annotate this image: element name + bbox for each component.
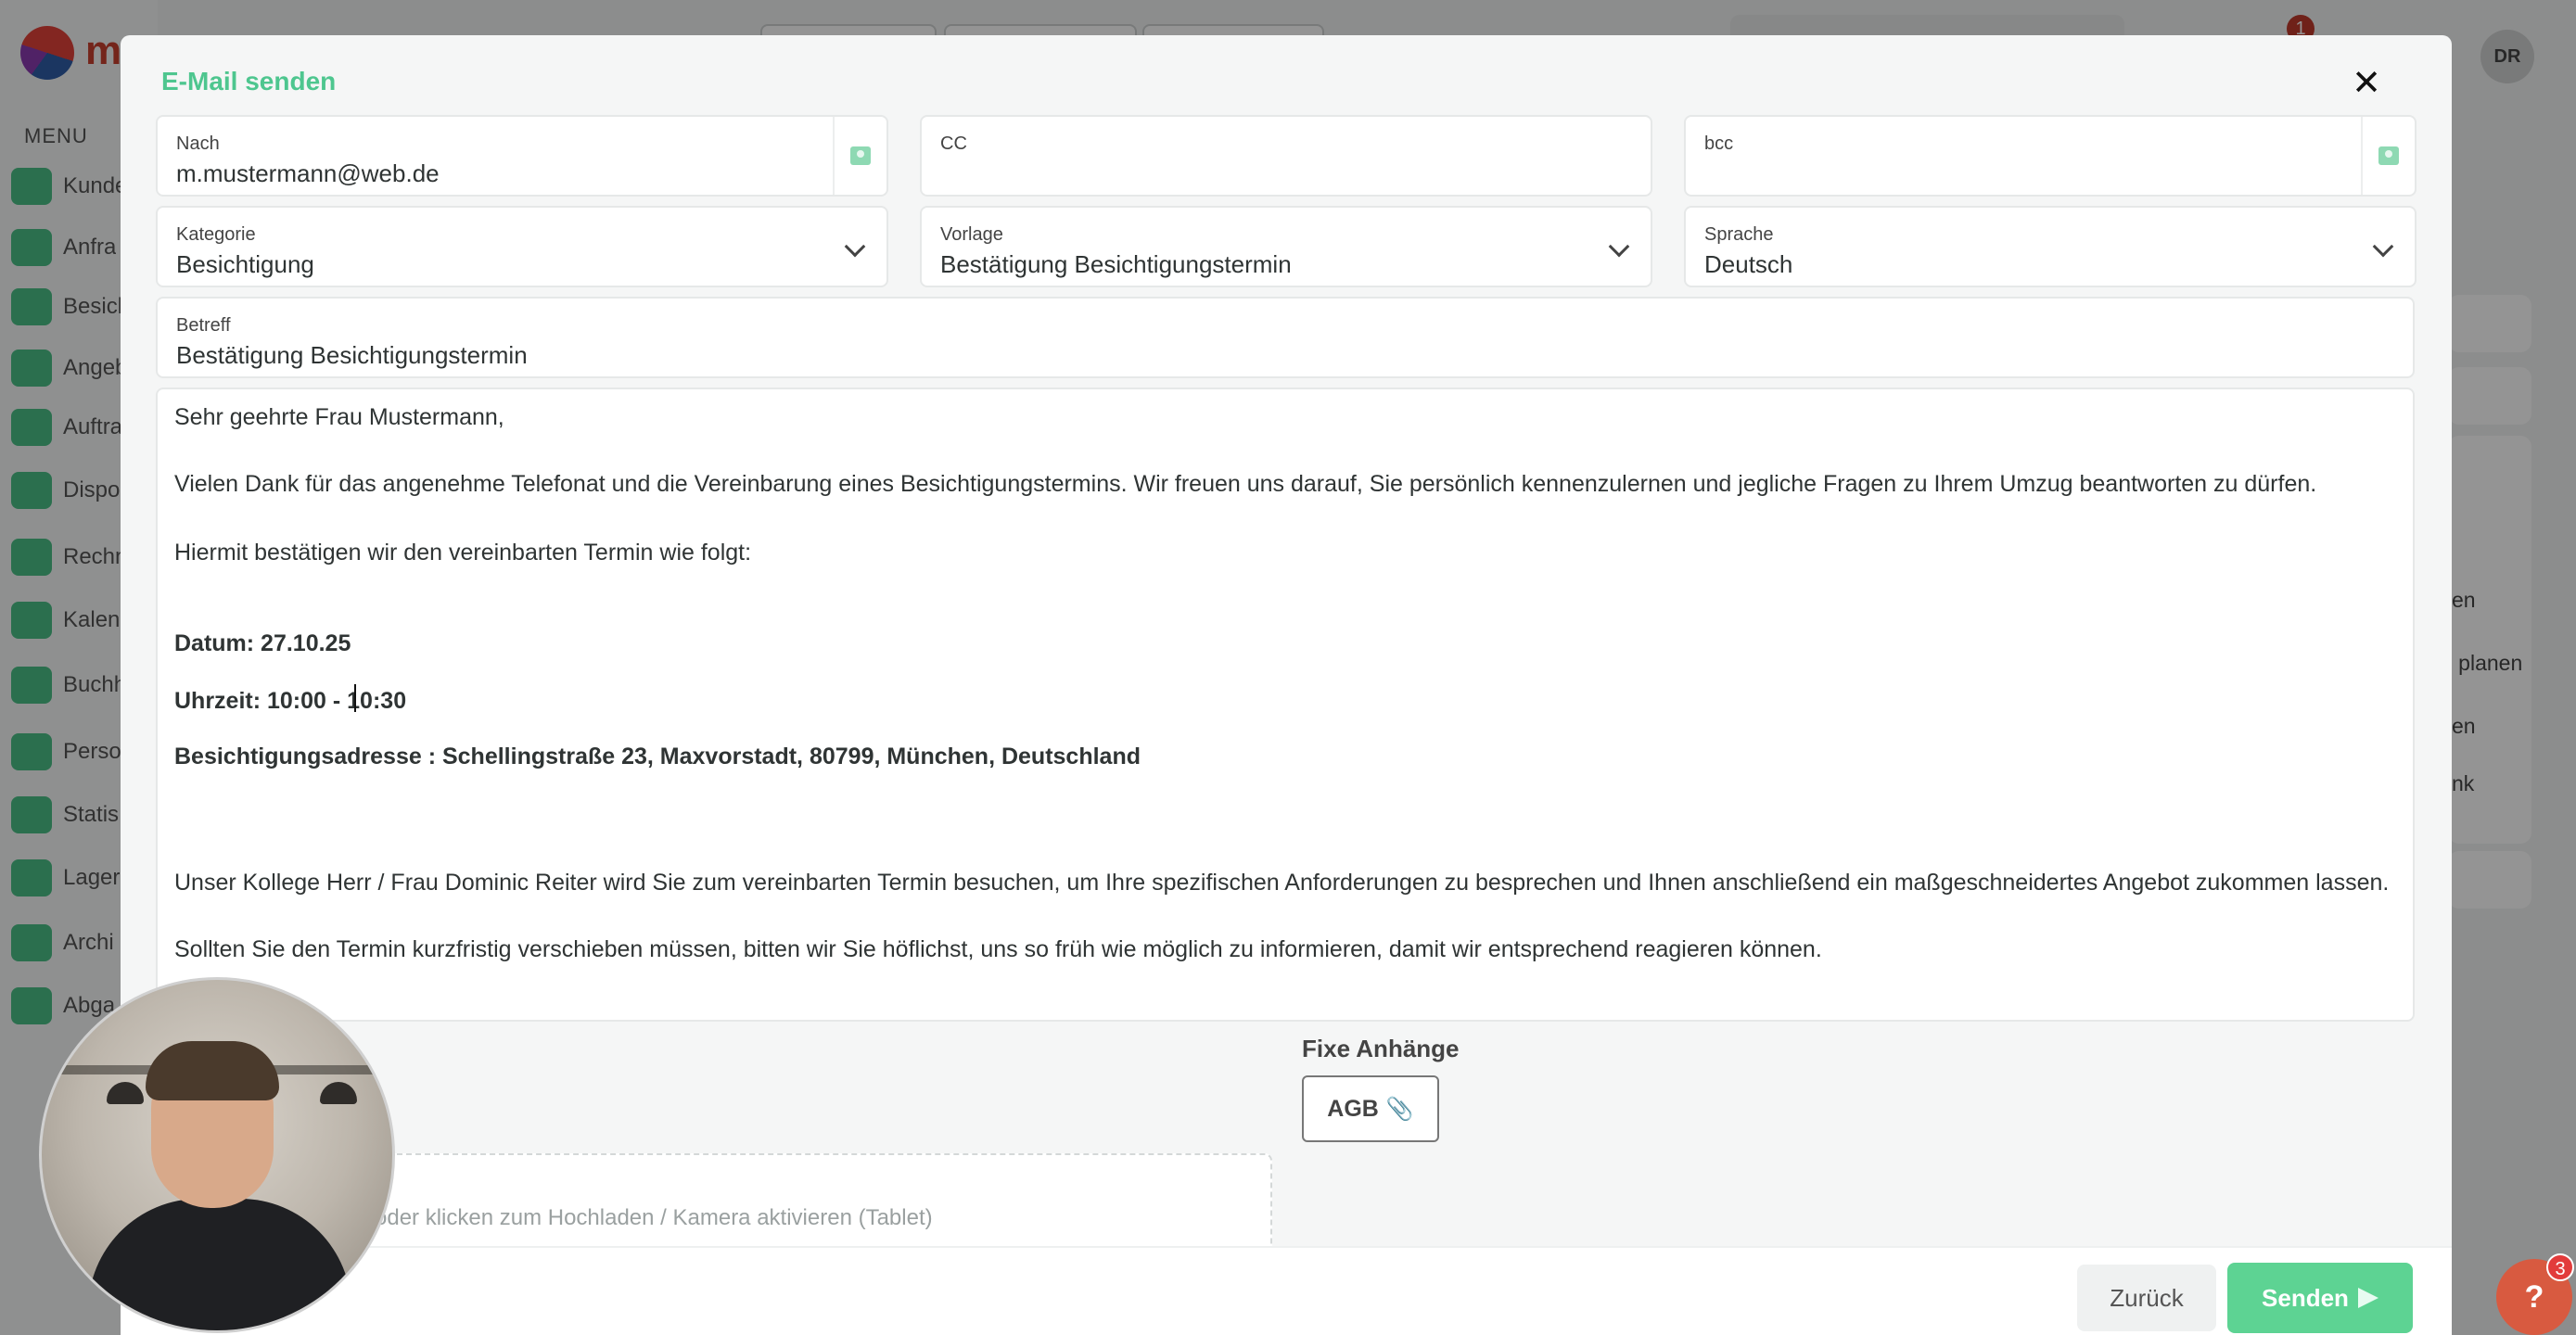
chevron-down-icon xyxy=(844,235,866,258)
to-contacts-button[interactable] xyxy=(833,117,886,195)
body-paragraph-1: Vielen Dank für das angenehme Telefonat … xyxy=(174,471,2317,497)
attachment-label: AGB xyxy=(1327,1095,1379,1122)
paperclip-icon: 📎 xyxy=(1385,1096,1414,1122)
cc-label: CC xyxy=(940,134,967,154)
subject-field[interactable]: Betreff Bestätigung Besichtigungstermin xyxy=(156,297,2415,378)
body-time: Uhrzeit: 10:00 - 10:30 xyxy=(174,688,407,714)
to-field[interactable]: Nach m.mustermann@web.de xyxy=(156,115,888,197)
category-select[interactable]: Kategorie Besichtigung xyxy=(156,206,888,287)
email-modal: E-Mail senden ✕ Nach m.mustermann@web.de… xyxy=(121,35,2452,1335)
body-greeting: Sehr geehrte Frau Mustermann, xyxy=(174,404,504,430)
to-input[interactable]: m.mustermann@web.de xyxy=(176,159,440,188)
send-arrow-icon xyxy=(2357,1288,2378,1308)
template-select[interactable]: Vorlage Bestätigung Besichtigungstermin xyxy=(920,206,1652,287)
help-badge: 3 xyxy=(2546,1253,2574,1281)
modal-title: E-Mail senden xyxy=(161,67,337,95)
attachment-agb[interactable]: AGB 📎 xyxy=(1302,1075,1439,1142)
language-label: Sprache xyxy=(1704,224,1774,245)
email-body-editor[interactable]: Sehr geehrte Frau Mustermann, Vielen Dan… xyxy=(156,388,2415,1022)
contact-book-icon xyxy=(850,146,871,165)
subject-label: Betreff xyxy=(176,315,231,336)
upload-hint: oder klicken zum Hochladen / Kamera akti… xyxy=(375,1205,933,1230)
contact-book-icon xyxy=(2378,146,2399,165)
modal-footer: Zurück Senden xyxy=(121,1246,2452,1335)
close-icon[interactable]: ✕ xyxy=(2346,63,2387,104)
template-value: Bestätigung Besichtigungstermin xyxy=(940,250,1292,278)
presenter-hair xyxy=(146,1041,279,1100)
subject-input[interactable]: Bestätigung Besichtigungstermin xyxy=(176,341,528,370)
cc-field[interactable]: CC xyxy=(920,115,1652,197)
bcc-contacts-button[interactable] xyxy=(2361,117,2415,195)
body-paragraph-2: Hiermit bestätigen wir den vereinbarten … xyxy=(174,540,752,566)
chevron-down-icon xyxy=(1608,235,1630,258)
text-cursor-icon xyxy=(354,684,357,712)
language-value: Deutsch xyxy=(1704,250,1793,278)
webcam-overlay xyxy=(39,977,395,1333)
body-paragraph-3: Unser Kollege Herr / Frau Dominic Reiter… xyxy=(174,870,2390,896)
bcc-field[interactable]: bcc xyxy=(1684,115,2417,197)
body-address: Besichtigungsadresse : Schellingstraße 2… xyxy=(174,744,1141,769)
template-label: Vorlage xyxy=(940,224,1003,245)
body-date: Datum: 27.10.25 xyxy=(174,630,351,656)
fixed-attachments-title: Fixe Anhänge xyxy=(1302,1035,1460,1062)
send-button[interactable]: Senden xyxy=(2227,1263,2413,1333)
category-label: Kategorie xyxy=(176,224,256,245)
category-value: Besichtigung xyxy=(176,250,314,278)
presenter-body xyxy=(88,1199,351,1330)
body-paragraph-4: Sollten Sie den Termin kurzfristig versc… xyxy=(174,936,1822,962)
bcc-label: bcc xyxy=(1704,134,1734,154)
send-label: Senden xyxy=(2262,1283,2349,1312)
to-label: Nach xyxy=(176,134,220,154)
language-select[interactable]: Sprache Deutsch xyxy=(1684,206,2417,287)
back-button[interactable]: Zurück xyxy=(2077,1265,2216,1331)
chevron-down-icon xyxy=(2372,235,2394,258)
